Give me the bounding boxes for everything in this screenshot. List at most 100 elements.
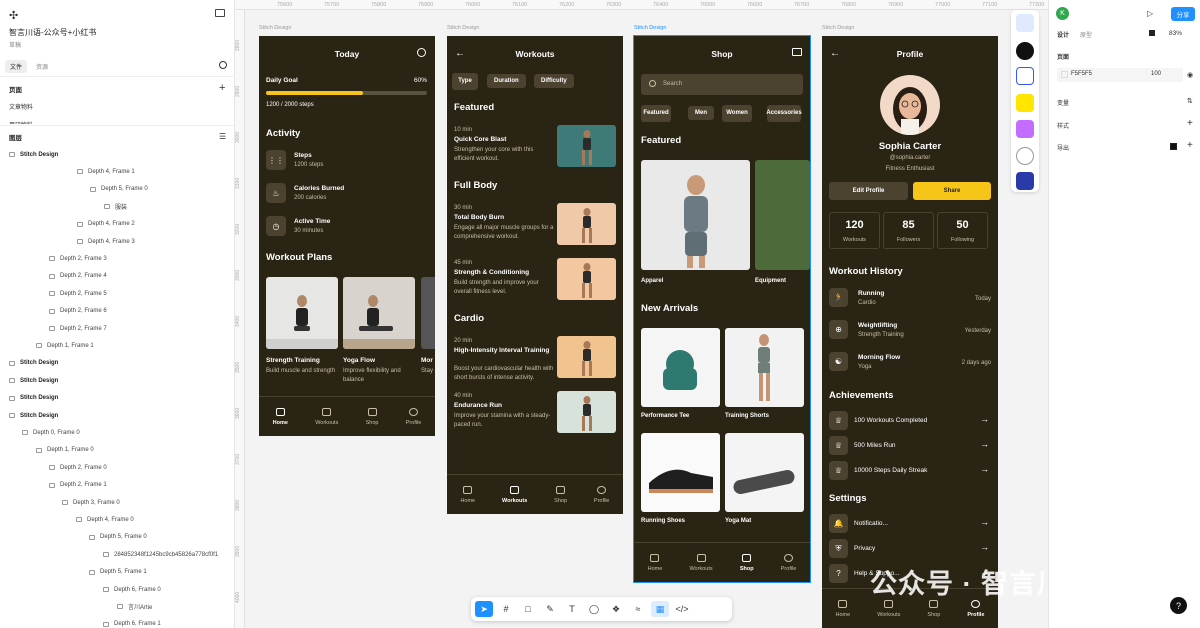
- layer-item[interactable]: Depth 2, Frame 7: [49, 320, 107, 337]
- search-bar[interactable]: Search: [641, 74, 803, 95]
- filter-chip-type[interactable]: Type: [452, 73, 478, 90]
- color-swatch[interactable]: [1061, 71, 1068, 78]
- nav-item-shop[interactable]: Shop: [366, 407, 378, 426]
- achievement-title[interactable]: 100 Workouts Completed: [854, 417, 927, 424]
- eye-icon[interactable]: ◉: [1187, 71, 1193, 79]
- nav-item-profile[interactable]: Profile: [781, 553, 796, 572]
- product-image[interactable]: [725, 328, 804, 407]
- layer-item[interactable]: Stitch Design: [9, 355, 58, 372]
- workout-plan-image[interactable]: [421, 277, 435, 349]
- search-icon[interactable]: [219, 61, 227, 69]
- help-button[interactable]: ?: [1170, 597, 1187, 614]
- plugin-frame-icon[interactable]: [1016, 94, 1034, 112]
- layer-item[interactable]: Depth 4, Frame 1: [77, 163, 135, 180]
- setting-title[interactable]: Privacy: [854, 545, 875, 552]
- layout-toggle-icon[interactable]: ▦: [651, 601, 669, 617]
- frame-shop[interactable]: Shop Search Featured Men Women Accessori…: [633, 35, 811, 583]
- layer-item[interactable]: Depth 2, Frame 1: [49, 477, 107, 494]
- move-tool-icon[interactable]: ➤: [475, 601, 493, 617]
- dev-mode-icon[interactable]: ≈: [629, 601, 647, 617]
- nav-item-profile[interactable]: Profile: [594, 485, 610, 504]
- project-title[interactable]: 智言川语-公众号+小红书: [9, 27, 96, 38]
- plugin-compass-icon[interactable]: [1016, 42, 1034, 60]
- nav-item-home[interactable]: Home: [648, 553, 662, 572]
- layer-item[interactable]: Depth 2, Frame 6: [49, 303, 107, 320]
- arrow-right-icon[interactable]: →: [980, 464, 989, 474]
- page-bg-value[interactable]: F5F5F5: [1071, 71, 1092, 77]
- layer-item[interactable]: 服装: [104, 198, 127, 215]
- nav-item-profile[interactable]: Profile: [967, 599, 984, 618]
- layer-item[interactable]: Depth 4, Frame 2: [77, 216, 135, 233]
- plugin-s-icon[interactable]: [1016, 67, 1034, 85]
- plugin-grid-icon[interactable]: [1016, 14, 1034, 32]
- text-tool-icon[interactable]: T: [563, 601, 581, 617]
- plugin-link-icon[interactable]: [1016, 147, 1034, 165]
- layer-item[interactable]: Depth 6, Frame 0: [103, 581, 161, 598]
- layer-item[interactable]: Stitch Design: [9, 407, 58, 424]
- workout-plan-image[interactable]: [266, 277, 338, 349]
- frame-today[interactable]: Today Daily Goal 60% 1200 / 2000 steps A…: [259, 36, 435, 436]
- achievement-title[interactable]: 500 Miles Run: [854, 442, 896, 449]
- layer-item[interactable]: Depth 5, Frame 1: [89, 564, 147, 581]
- add-page-icon[interactable]: +: [219, 83, 225, 94]
- components-icon[interactable]: ❖: [607, 601, 625, 617]
- sidebar-toggle-icon[interactable]: [215, 9, 225, 17]
- nav-item-workouts[interactable]: Workouts: [502, 485, 527, 504]
- add-style-icon[interactable]: +: [1187, 118, 1193, 129]
- layer-item[interactable]: Depth 5, Frame 0: [90, 181, 148, 198]
- filter-chip-difficulty[interactable]: Difficulty: [534, 74, 574, 88]
- arrow-right-icon[interactable]: →: [980, 542, 989, 552]
- achievement-title[interactable]: 10000 Steps Daily Streak: [854, 467, 927, 474]
- layer-item[interactable]: Depth 2, Frame 3: [49, 250, 107, 267]
- gear-icon[interactable]: [417, 48, 426, 57]
- layer-item[interactable]: 言川Artie: [117, 598, 152, 615]
- layer-item[interactable]: Depth 2, Frame 4: [49, 268, 107, 285]
- layer-item[interactable]: Depth 2, Frame 5: [49, 285, 107, 302]
- pen-tool-icon[interactable]: ✎: [541, 601, 559, 617]
- share-button[interactable]: 分享: [1171, 7, 1195, 21]
- page-item[interactable]: 用研物料: [9, 120, 33, 124]
- shape-tool-icon[interactable]: □: [519, 601, 537, 617]
- page-bg-field[interactable]: F5F5F5 100: [1057, 68, 1183, 82]
- layer-item[interactable]: Depth 0, Frame 0: [22, 424, 80, 441]
- frame-label-selected[interactable]: Stitch Design: [634, 25, 666, 31]
- layer-item[interactable]: Depth 5, Frame 0: [89, 529, 147, 546]
- frame-label[interactable]: Stitch Design: [822, 25, 854, 31]
- layer-item[interactable]: Depth 1, Frame 0: [36, 442, 94, 459]
- arrow-right-icon[interactable]: →: [980, 439, 989, 449]
- layer-list-icon[interactable]: ☰: [219, 132, 226, 141]
- workout-image[interactable]: [557, 125, 616, 167]
- nav-item-workouts[interactable]: Workouts: [877, 599, 900, 618]
- filter-chip-men[interactable]: Men: [688, 106, 714, 120]
- filter-chip-featured[interactable]: Featured: [641, 105, 671, 122]
- nav-item-home[interactable]: Home: [836, 599, 850, 618]
- workout-image[interactable]: [557, 203, 616, 245]
- layer-item[interactable]: Depth 4, Frame 3: [77, 233, 135, 250]
- tab-assets[interactable]: 资源: [31, 60, 53, 73]
- nav-item-workouts[interactable]: Workouts: [689, 553, 713, 572]
- nav-item-profile[interactable]: Profile: [406, 407, 421, 426]
- page-item[interactable]: 文章物料: [9, 102, 33, 111]
- variables-icon[interactable]: ⇅: [1187, 97, 1193, 105]
- arrow-right-icon[interactable]: →: [980, 414, 989, 424]
- layer-item[interactable]: Depth 4, Frame 0: [76, 511, 134, 528]
- zoom-level[interactable]: 83%: [1169, 30, 1182, 37]
- setting-title[interactable]: Notificatio...: [854, 520, 888, 527]
- cart-icon[interactable]: [792, 48, 802, 56]
- arrow-right-icon[interactable]: →: [980, 517, 989, 527]
- frame-workouts[interactable]: ← Workouts Type Duration Difficulty Home…: [447, 36, 623, 514]
- frame-tool-icon[interactable]: #: [497, 601, 515, 617]
- plugin-hash-icon[interactable]: [1016, 172, 1034, 190]
- frame-label[interactable]: Stitch Design: [259, 25, 291, 31]
- avatar[interactable]: K: [1056, 7, 1069, 20]
- layer-item[interactable]: Stitch Design: [9, 372, 58, 389]
- edit-profile-button[interactable]: Edit Profile: [829, 182, 908, 200]
- layer-item[interactable]: Stitch Design: [9, 146, 58, 163]
- layer-item[interactable]: Depth 2, Frame 0: [49, 459, 107, 476]
- nav-item-workouts[interactable]: Workouts: [315, 407, 338, 426]
- nav-item-home[interactable]: Home: [273, 407, 288, 426]
- tab-file[interactable]: 文件: [5, 60, 28, 73]
- plugin-face-icon[interactable]: [1016, 120, 1034, 138]
- code-icon[interactable]: </>: [673, 601, 691, 617]
- layer-item[interactable]: Stitch Design: [9, 390, 58, 407]
